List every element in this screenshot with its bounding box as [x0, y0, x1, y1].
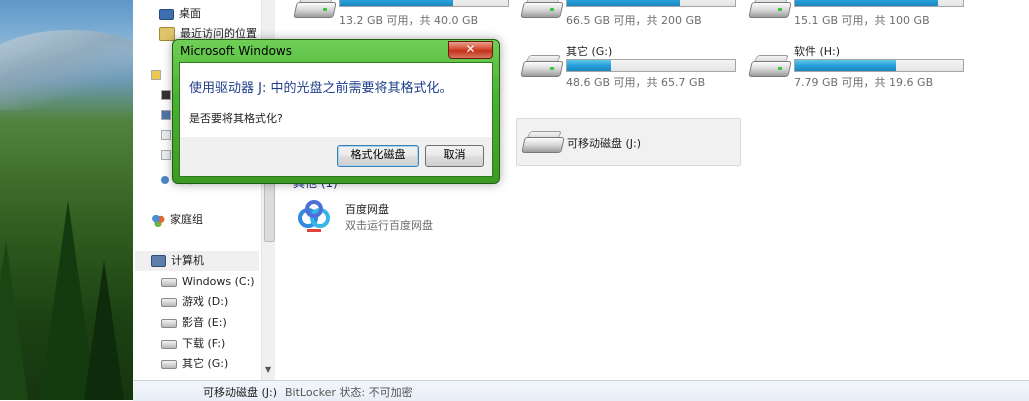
- baidu-netdisk-icon: [298, 200, 330, 232]
- hard-drive-icon: [748, 53, 792, 79]
- library-item-icon: [161, 150, 171, 160]
- library-item-icon: [161, 110, 171, 120]
- dialog-main-instruction: 使用驱动器 J: 中的光盘之前需要将其格式化。: [189, 81, 453, 96]
- nav-item-label: 影音 (E:): [182, 316, 227, 329]
- nav-item-label: 家庭组: [170, 213, 203, 226]
- dialog-message-area: 使用驱动器 J: 中的光盘之前需要将其格式化。 是否要将其格式化?: [180, 63, 492, 137]
- status-bar: 可移动磁盘 (J:) BitLocker 状态: 不可加密: [133, 380, 1029, 401]
- drive-icon: [161, 277, 177, 287]
- nav-item-computer[interactable]: 计算机: [135, 251, 259, 271]
- dialog-question: 是否要将其格式化?: [189, 112, 283, 125]
- nav-item-label: 其它 (G:): [182, 357, 229, 370]
- library-icon: [151, 70, 161, 80]
- drive-name: 其它 (G:): [566, 45, 613, 58]
- format-disk-dialog: Microsoft Windows ✕ 使用驱动器 J: 中的光盘之前需要将其格…: [172, 39, 500, 184]
- homegroup-icon: [151, 213, 165, 227]
- nav-item-label: 游戏 (D:): [182, 295, 229, 308]
- nav-item-label: 下载 (F:): [182, 337, 226, 350]
- desktop-icon: [159, 8, 174, 20]
- drive-name: 软件 (H:): [794, 45, 841, 58]
- hard-drive-icon: [293, 0, 337, 20]
- cancel-button[interactable]: 取消: [425, 145, 484, 167]
- nav-item-drive-c[interactable]: Windows (C:): [161, 272, 255, 292]
- drive-usage-bar: [566, 0, 736, 7]
- nav-item-drive-g[interactable]: 其它 (G:): [161, 354, 228, 374]
- hard-drive-icon: [748, 0, 792, 20]
- format-disk-button[interactable]: 格式化磁盘: [337, 145, 419, 167]
- status-bitlocker: BitLocker 状态: 不可加密: [285, 386, 413, 399]
- nav-item-label: 计算机: [171, 254, 204, 267]
- drive-stats: 48.6 GB 可用，共 65.7 GB: [566, 76, 706, 89]
- nav-item-drive-f[interactable]: 下载 (F:): [161, 334, 225, 354]
- dialog-title: Microsoft Windows: [180, 44, 292, 58]
- library-item-icon: [161, 90, 171, 100]
- removable-drive-tile[interactable]: 可移动磁盘 (J:): [516, 118, 741, 166]
- recent-places-icon: [159, 27, 175, 41]
- scroll-down-icon[interactable]: ▼: [265, 365, 271, 374]
- app-description: 双击运行百度网盘: [345, 219, 433, 232]
- hard-drive-icon: [520, 53, 564, 79]
- close-button[interactable]: ✕: [448, 41, 493, 59]
- drive-icon: [161, 318, 177, 328]
- drive-name: 可移动磁盘 (J:): [567, 137, 642, 150]
- desktop-wallpaper: [0, 0, 133, 400]
- hard-drive-icon: [520, 0, 564, 20]
- drive-stats: 7.79 GB 可用，共 19.6 GB: [794, 76, 934, 89]
- nav-item-homegroup[interactable]: 家庭组: [151, 210, 203, 230]
- music-icon: [161, 176, 169, 184]
- drive-icon: [161, 297, 177, 307]
- dialog-body: 使用驱动器 J: 中的光盘之前需要将其格式化。 是否要将其格式化? 格式化磁盘 …: [179, 62, 493, 177]
- nav-item-label: 桌面: [179, 7, 201, 20]
- drive-usage-bar: [566, 59, 736, 72]
- nav-item-drive-d[interactable]: 游戏 (D:): [161, 292, 228, 312]
- status-drive-name: 可移动磁盘 (J:): [203, 386, 278, 399]
- app-name: 百度网盘: [345, 203, 389, 216]
- drive-icon: [161, 359, 177, 369]
- drive-usage-bar: [339, 0, 509, 7]
- drive-stats: 15.1 GB 可用，共 100 GB: [794, 14, 930, 27]
- drive-tile-g[interactable]: 其它 (G:) 48.6 GB 可用，共 65.7 GB: [520, 43, 740, 99]
- drive-stats: 13.2 GB 可用，共 40.0 GB: [339, 14, 479, 27]
- close-icon: ✕: [465, 42, 476, 56]
- drive-tile-h[interactable]: 软件 (H:) 7.79 GB 可用，共 19.6 GB: [748, 43, 968, 99]
- drive-stats: 66.5 GB 可用，共 200 GB: [566, 14, 702, 27]
- nav-item-drive-e[interactable]: 影音 (E:): [161, 313, 227, 333]
- baidu-netdisk-item[interactable]: 百度网盘 双击运行百度网盘: [295, 195, 555, 241]
- computer-icon: [151, 255, 166, 267]
- drive-icon: [161, 339, 177, 349]
- library-item-icon: [161, 130, 171, 140]
- drive-usage-bar: [794, 0, 964, 7]
- nav-item-label: Windows (C:): [182, 275, 255, 288]
- drive-usage-bar: [794, 59, 964, 72]
- nav-item-desktop[interactable]: 桌面: [159, 4, 201, 24]
